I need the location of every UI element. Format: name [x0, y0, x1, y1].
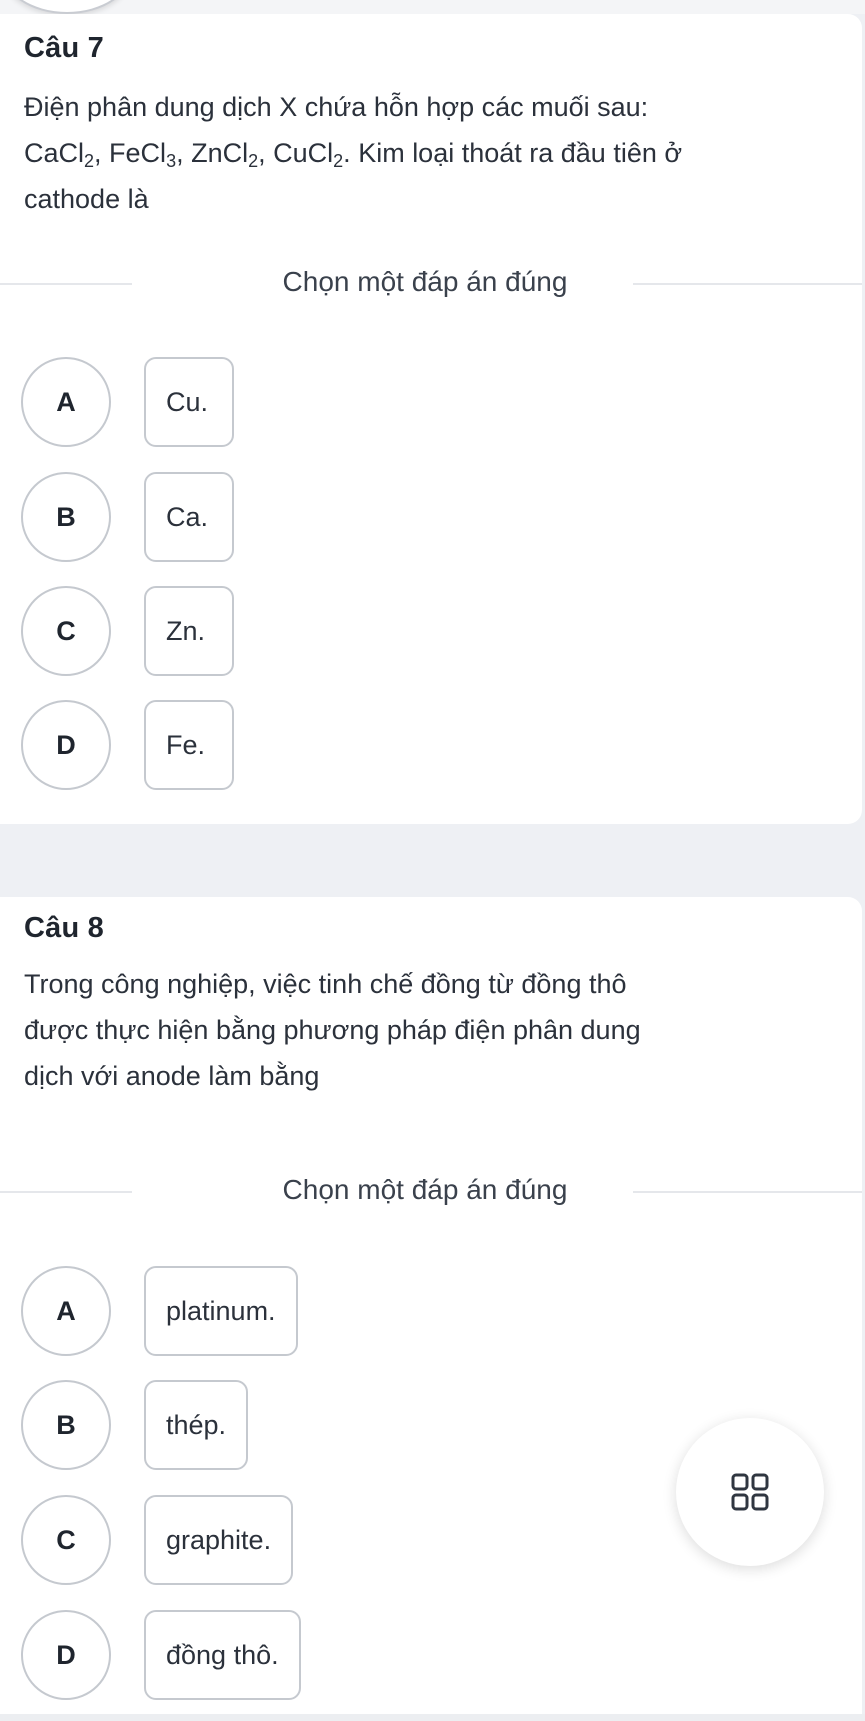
answer-instruction-divider: Chọn một đáp án đúng [0, 266, 862, 300]
question-text-line: cathode là [24, 184, 149, 214]
option-a[interactable]: A platinum. [21, 1265, 298, 1357]
option-letter[interactable]: D [21, 700, 111, 790]
question-title: Câu 8 [24, 912, 104, 944]
formula-subscript: 2 [84, 151, 95, 171]
option-answer[interactable]: đồng thô. [144, 1610, 301, 1700]
option-letter[interactable]: A [21, 357, 111, 447]
formula-separator: , [258, 138, 274, 168]
question-text: Điện phân dung dịch X chứa hỗn hợp các m… [24, 84, 824, 222]
formula-base: ZnCl [191, 138, 249, 168]
formula-separator: . [343, 138, 359, 168]
question-card-7: Câu 7 Điện phân dung dịch X chứa hỗn hợp… [0, 14, 862, 824]
grid-icon [731, 1473, 769, 1511]
option-b[interactable]: B thép. [21, 1379, 249, 1471]
option-b[interactable]: B Ca. [21, 471, 234, 563]
option-answer[interactable]: Cu. [144, 357, 234, 447]
option-letter[interactable]: D [21, 1610, 111, 1700]
option-letter[interactable]: B [21, 472, 111, 562]
question-text-line: Trong công nghiệp, việc tinh chế đồng từ… [24, 969, 627, 999]
option-letter[interactable]: B [21, 1380, 111, 1470]
option-letter[interactable]: C [21, 1495, 111, 1585]
option-answer[interactable]: Zn. [144, 586, 234, 676]
formula-subscript: 2 [333, 151, 344, 171]
question-grid-button[interactable] [676, 1418, 824, 1566]
formula-subscript: 3 [166, 151, 177, 171]
formula: CuCl2. [273, 138, 359, 171]
divider-line-right [633, 1191, 862, 1193]
formula-separator: , [176, 138, 192, 168]
formula-base: CuCl [273, 138, 334, 168]
formula-subscript: 2 [248, 151, 259, 171]
option-letter[interactable]: A [21, 1266, 111, 1356]
top-strip [0, 0, 865, 14]
question-title: Câu 7 [24, 32, 104, 64]
question-text-line: được thực hiện bằng phương pháp điện phâ… [24, 1015, 641, 1045]
option-c[interactable]: C Zn. [21, 585, 234, 677]
option-answer[interactable]: thép. [144, 1380, 249, 1470]
answer-instruction: Chọn một đáp án đúng [282, 1174, 568, 1205]
option-answer[interactable]: Fe. [144, 700, 234, 790]
option-letter[interactable]: C [21, 586, 111, 676]
question-text: Trong công nghiệp, việc tinh chế đồng từ… [24, 961, 824, 1099]
bottom-strip [0, 1714, 865, 1721]
option-answer[interactable]: graphite. [144, 1495, 294, 1585]
question-text-line: dịch với anode làm bằng [24, 1061, 320, 1091]
divider-line-right [633, 283, 862, 285]
option-d[interactable]: D Fe. [21, 699, 234, 791]
option-a[interactable]: A Cu. [21, 356, 234, 448]
question-text-line: CaCl2, FeCl3, ZnCl2, CuCl2. Kim loại tho… [24, 130, 824, 176]
formula: FeCl3, [109, 138, 192, 171]
option-d[interactable]: D đồng thô. [21, 1609, 301, 1701]
question-text-line: Điện phân dung dịch X chứa hỗn hợp các m… [24, 92, 649, 122]
formula: ZnCl2, [191, 138, 274, 171]
formula-base: FeCl [109, 138, 167, 168]
option-answer[interactable]: platinum. [144, 1266, 298, 1356]
answer-instruction: Chọn một đáp án đúng [282, 266, 568, 297]
question-card-8: Câu 8 Trong công nghiệp, việc tinh chế đ… [0, 897, 862, 1718]
formula: CaCl2, [24, 138, 110, 171]
formula-separator: , [94, 138, 110, 168]
option-c[interactable]: C graphite. [21, 1494, 294, 1586]
option-answer[interactable]: Ca. [144, 472, 234, 562]
formula-base: CaCl [24, 138, 85, 168]
answer-instruction-divider: Chọn một đáp án đúng [0, 1174, 862, 1208]
question-text-rest: Kim loại thoát ra đầu tiên ở [358, 138, 683, 168]
